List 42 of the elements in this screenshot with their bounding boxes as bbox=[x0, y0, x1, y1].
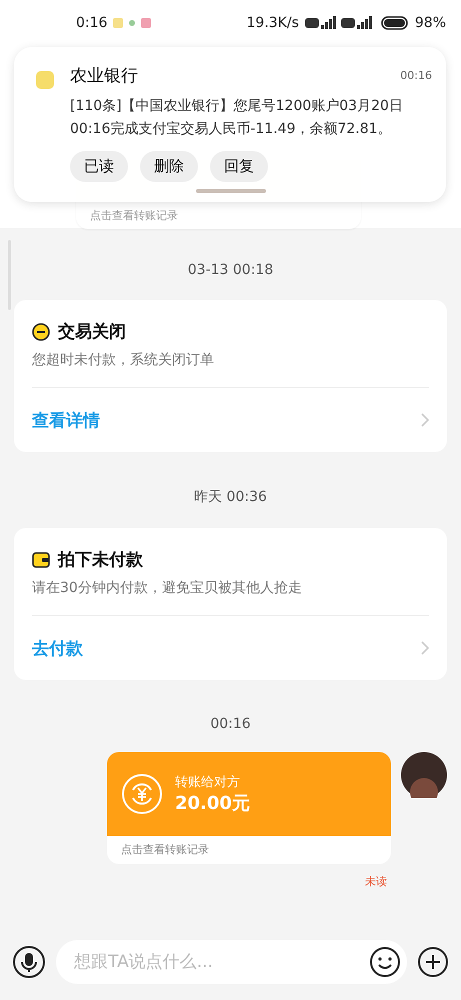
emoji-icon[interactable] bbox=[369, 946, 401, 978]
wallet-icon bbox=[32, 552, 50, 568]
notification-action[interactable]: 删除 bbox=[140, 151, 198, 182]
app-icon bbox=[113, 18, 124, 28]
chevron-right-icon bbox=[421, 641, 429, 655]
microphone-icon[interactable] bbox=[12, 945, 46, 979]
battery-icon bbox=[380, 16, 409, 30]
timestamp: 03-13 00:18 bbox=[188, 262, 274, 278]
order-status: 交易关闭 bbox=[58, 321, 126, 343]
yuan-exchange-icon bbox=[121, 773, 163, 815]
transfer-bubble[interactable]: 转账给对方 20.00元 点击查看转账记录 bbox=[107, 752, 391, 864]
battery-level: 98% bbox=[414, 15, 446, 31]
unread-status: 未读 bbox=[365, 874, 387, 889]
transfer-record-link[interactable]: 点击查看转账记录 bbox=[76, 202, 361, 229]
minus-circle-icon bbox=[32, 322, 50, 340]
avatar[interactable] bbox=[401, 752, 447, 798]
transfer-record-link[interactable]: 点击查看转账记录 bbox=[107, 836, 391, 864]
text-input[interactable]: 想跟TA说点什么... bbox=[72, 951, 369, 973]
timestamp: 昨天 00:36 bbox=[194, 488, 267, 506]
order-status: 拍下未付款 bbox=[58, 549, 143, 571]
timestamp: 00:16 bbox=[210, 716, 251, 732]
notification-action[interactable]: 已读 bbox=[70, 151, 128, 182]
order-description: 您超时未付款，系统关闭订单 bbox=[32, 351, 429, 388]
order-description: 请在30分钟内付款，避免宝贝被其他人抢走 bbox=[32, 579, 429, 616]
notification-card[interactable]: 农业银行 00:16 [110条]【中国农业银行】您尾号1200账户03月20日00:16完成支付宝交易人民币-11.49，余额72.81。 已读 删除 回复 bbox=[14, 47, 446, 202]
transfer-label: 转账给对方 bbox=[175, 774, 241, 791]
order-action-link[interactable]: 查看详情 bbox=[32, 408, 100, 432]
network-speed: 19.3K/s bbox=[246, 15, 299, 31]
plus-icon[interactable] bbox=[417, 946, 449, 978]
signal-icon bbox=[304, 16, 375, 30]
message-app-icon bbox=[36, 71, 54, 89]
message-field[interactable]: 想跟TA说点什么... bbox=[56, 940, 407, 984]
transfer-amount: 20.00元 bbox=[175, 792, 250, 815]
notification-text: [110条]【中国农业银行】您尾号1200账户03月20日00:16完成支付宝交易人民币-11.49，余额72.81。 bbox=[70, 97, 404, 139]
notification-action[interactable]: 回复 bbox=[210, 151, 268, 182]
chevron-right-icon bbox=[421, 413, 429, 427]
drag-handle[interactable] bbox=[196, 189, 266, 193]
notification-app: 农业银行 bbox=[70, 64, 138, 86]
order-action-link[interactable]: 去付款 bbox=[32, 636, 83, 660]
status-time: 0:16 bbox=[76, 15, 108, 31]
notification-time: 00:16 bbox=[400, 68, 432, 82]
app-icon bbox=[141, 18, 152, 28]
